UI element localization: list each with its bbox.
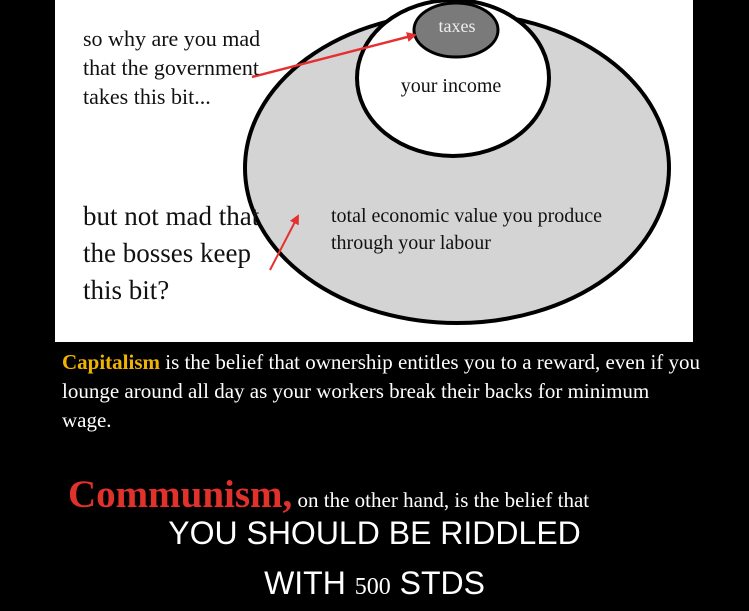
communism-line: Communism, on the other hand, is the bel… <box>68 472 589 517</box>
meme-caption-line2: WITH 500 STDS <box>0 565 749 602</box>
meme-caption-line1: YOU SHOULD BE RIDDLED <box>168 515 581 551</box>
meme-line2-number: 500 <box>354 574 391 600</box>
income-label: your income <box>400 75 502 97</box>
capitalism-word: Capitalism <box>62 350 161 374</box>
communism-definition: on the other hand, is the belief that <box>292 488 590 512</box>
meme-line2-suffix: STDS <box>390 565 485 601</box>
capitalism-caption: Capitalism is the belief that ownership … <box>62 348 702 435</box>
total-value-label: total economic value you produce through… <box>331 205 603 254</box>
diagram-panel: so why are you mad that the government t… <box>55 0 693 342</box>
taxes-label: taxes <box>438 16 476 36</box>
communism-word: Communism, <box>68 473 293 516</box>
question-bosses-keep: but not mad that the bosses keep this bi… <box>83 201 260 305</box>
question-government-takes: so why are you mad that the government t… <box>83 26 261 109</box>
meme-line2-prefix: WITH <box>264 565 355 601</box>
